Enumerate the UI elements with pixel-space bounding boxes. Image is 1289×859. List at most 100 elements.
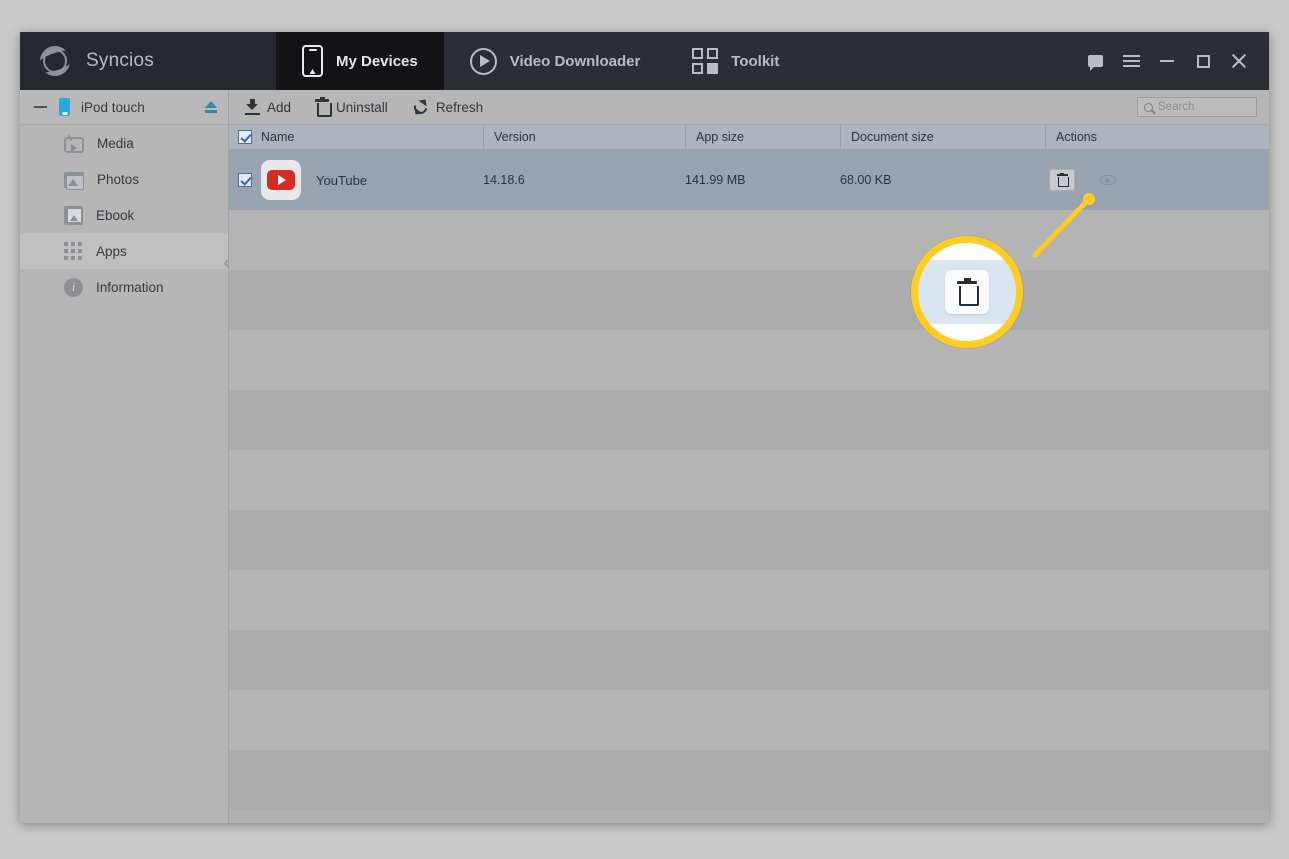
empty-row [229, 630, 1269, 690]
sidebar-item-media-label: Media [97, 135, 134, 151]
ebook-icon [64, 205, 83, 225]
youtube-icon [261, 160, 301, 200]
column-header-document-size[interactable]: Document size [840, 125, 1045, 149]
window-body: iPod touch Media Photos Ebook Apps i Inf… [20, 90, 1269, 823]
ipod-icon [59, 98, 70, 116]
uninstall-icon [1056, 172, 1069, 187]
column-header-actions[interactable]: Actions [1045, 125, 1269, 149]
row-version: 14.18.6 [483, 173, 525, 187]
select-all-cell [229, 130, 261, 144]
feedback-icon [1087, 55, 1103, 71]
row-checkbox[interactable] [238, 173, 252, 187]
add-button[interactable]: Add [245, 99, 291, 115]
refresh-button[interactable]: Refresh [411, 96, 484, 118]
eject-icon[interactable] [204, 100, 218, 114]
device-header[interactable]: iPod touch [20, 90, 228, 125]
tab-my-devices-label: My Devices [336, 52, 418, 70]
row-document-size: 68.00 KB [840, 173, 892, 187]
column-header-version[interactable]: Version [483, 125, 685, 149]
info-icon [64, 277, 83, 297]
refresh-button-label: Refresh [435, 99, 484, 115]
toolbar: Add Uninstall Refresh [229, 90, 1269, 125]
sidebar-item-ebook[interactable]: Ebook [20, 197, 228, 233]
empty-row [229, 750, 1269, 810]
maximize-button[interactable] [1187, 46, 1219, 76]
row-app-size: 141.99 MB [685, 173, 746, 187]
row-actions-cell [1045, 169, 1269, 191]
grid-squares-icon [692, 48, 719, 74]
sidebar: iPod touch Media Photos Ebook Apps i Inf… [20, 90, 234, 823]
select-all-checkbox[interactable] [238, 130, 252, 144]
phone-icon [302, 45, 323, 77]
callout-band-bottom [918, 324, 1016, 341]
uninstall-trash-icon [957, 278, 979, 306]
refresh-icon [411, 96, 430, 118]
view-icon[interactable] [1100, 175, 1116, 185]
window-controls [1079, 32, 1269, 90]
search-input[interactable] [1158, 101, 1250, 113]
nav-tabs: My Devices Video Downloader Toolkit [276, 32, 805, 90]
callout-band-top [918, 243, 1016, 260]
callout-uninstall-button[interactable] [945, 270, 989, 314]
menu-button[interactable] [1115, 46, 1147, 76]
table-body: YouTube 14.18.6 141.99 MB 68.00 KB [229, 150, 1269, 823]
empty-row [229, 450, 1269, 510]
uninstall-button[interactable]: Uninstall [315, 97, 388, 117]
tab-video-downloader[interactable]: Video Downloader [444, 32, 667, 90]
row-name-cell: YouTube [261, 160, 483, 200]
device-name: iPod touch [81, 99, 145, 115]
sidebar-item-information-label: Information [96, 279, 164, 295]
empty-row [229, 570, 1269, 630]
tab-video-downloader-label: Video Downloader [509, 52, 641, 70]
sidebar-item-information[interactable]: Information [20, 269, 228, 305]
column-header-name[interactable]: Name [261, 130, 483, 144]
syncios-window: Syncios My Devices Video Downloader Tool… [20, 32, 1269, 823]
search-box[interactable] [1137, 97, 1257, 117]
title-bar: Syncios My Devices Video Downloader Tool… [20, 32, 1269, 90]
empty-row [229, 510, 1269, 570]
empty-row [229, 390, 1269, 450]
syncios-logo-icon [40, 46, 70, 76]
sidebar-item-ebook-label: Ebook [96, 207, 135, 223]
feedback-button[interactable] [1079, 46, 1111, 76]
empty-row [229, 210, 1269, 270]
sidebar-item-apps[interactable]: Apps [20, 233, 228, 269]
row-select-cell [229, 173, 261, 187]
tab-toolkit-label: Toolkit [731, 52, 780, 70]
add-icon [245, 99, 260, 115]
callout-magnifier [911, 236, 1023, 348]
sidebar-item-apps-label: Apps [96, 243, 127, 259]
maximize-icon [1196, 54, 1210, 68]
row-app-name: YouTube [316, 172, 368, 188]
column-header-app-size[interactable]: App size [685, 125, 840, 149]
table-header: Name Version App size Document size Acti… [229, 125, 1269, 150]
media-icon [64, 136, 84, 153]
minimize-icon [1160, 60, 1174, 62]
apps-icon [64, 242, 83, 261]
desktop-background: Syncios My Devices Video Downloader Tool… [0, 0, 1289, 859]
row-uninstall-button[interactable] [1049, 169, 1075, 191]
empty-row [229, 270, 1269, 330]
tab-toolkit[interactable]: Toolkit [666, 32, 805, 90]
menu-icon [1122, 52, 1140, 70]
minus-icon[interactable] [34, 106, 47, 108]
tab-my-devices[interactable]: My Devices [276, 32, 444, 90]
sidebar-item-photos-label: Photos [97, 171, 140, 187]
trash-icon [315, 97, 332, 117]
empty-row [229, 330, 1269, 390]
main-panel: Add Uninstall Refresh Search Name Versio… [229, 90, 1269, 823]
table-row[interactable]: YouTube 14.18.6 141.99 MB 68.00 KB [229, 150, 1269, 210]
brand-area: Syncios [20, 32, 276, 90]
search-icon [1144, 102, 1153, 112]
play-circle-icon [469, 47, 497, 75]
app-title: Syncios [86, 50, 154, 71]
photos-icon [64, 172, 84, 190]
sidebar-item-media[interactable]: Media [20, 125, 228, 161]
empty-row [229, 690, 1269, 750]
minimize-button[interactable] [1151, 46, 1183, 76]
uninstall-button-label: Uninstall [336, 99, 388, 115]
add-button-label: Add [267, 99, 292, 115]
close-icon [1231, 53, 1247, 69]
close-button[interactable] [1223, 46, 1255, 76]
sidebar-item-photos[interactable]: Photos [20, 161, 228, 197]
